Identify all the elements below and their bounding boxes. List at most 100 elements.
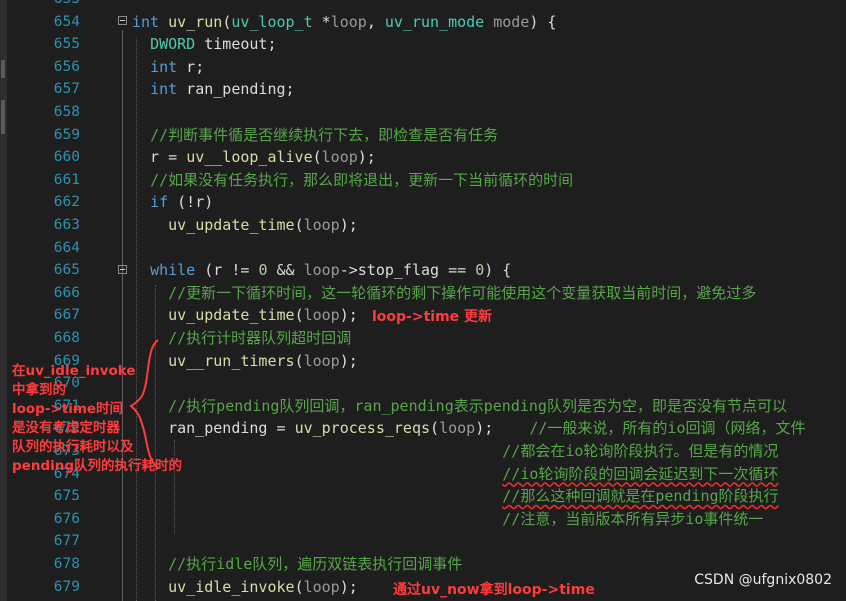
line-number: 667 — [53, 307, 80, 324]
code-token: //执行pending队列回调，ran_pending表示pending队列是否… — [168, 396, 787, 415]
code-text: //注意，当前版本所有异步io事件统一 — [132, 508, 763, 530]
code-line[interactable]: 660 r = uv__loop_alive(loop); — [0, 146, 846, 168]
code-token: ( — [430, 419, 440, 438]
line-number: 668 — [53, 330, 80, 346]
line-number: 658 — [53, 104, 80, 120]
code-token: ); — [339, 577, 358, 596]
code-text: r = uv__loop_alive(loop); — [132, 146, 376, 168]
annotation-note-line: pending队列的执行耗时的 — [12, 458, 182, 474]
code-token: ( — [312, 148, 322, 167]
code-token: loop — [330, 12, 367, 31]
code-token: ); — [357, 148, 376, 167]
code-line[interactable]: 664 — [0, 237, 846, 259]
code-token: loop — [303, 577, 340, 596]
annotation-note-line: 队列的执行耗时以及 — [12, 439, 134, 455]
code-token: //那么这种回调就是在pending阶段执行 — [502, 487, 779, 506]
code-line[interactable]: 654 int uv_run(uv_loop_t *loop, uv_run_mo… — [0, 11, 846, 33]
code-editor[interactable]: 653654int uv_run(uv_loop_t *loop, uv_run… — [0, 0, 846, 601]
code-line[interactable]: 657 int ran_pending; — [0, 78, 846, 100]
code-token: ->stop_flag == — [339, 261, 476, 280]
code-line[interactable]: 662 if (!r) — [0, 191, 846, 213]
code-token: if — [150, 193, 169, 212]
code-text: int r; — [132, 56, 204, 78]
code-text: //执行idle队列，遍历双链表执行回调事件 — [132, 553, 462, 575]
code-line[interactable]: 659 //判断事件循是否继续执行下去，即检查是否有任务 — [0, 124, 846, 146]
line-number: 677 — [53, 533, 80, 550]
code-text: //更新一下循环时间，这一轮循环的剩下操作可能使用这个变量获取当前时间，避免过多 — [132, 282, 756, 304]
code-line[interactable]: 676 //注意，当前版本所有异步io事件统一 — [0, 508, 846, 530]
line-number: 657 — [53, 81, 80, 98]
code-token: //一般来说，所有的io回调（网络，文件 — [529, 419, 806, 438]
code-line[interactable]: 656 int r; — [0, 56, 846, 78]
code-token: timeout; — [195, 35, 277, 54]
code-token: r; — [177, 57, 205, 76]
line-number: 664 — [53, 239, 80, 256]
code-line[interactable]: 677 — [0, 530, 846, 552]
code-token: uv_run_mode — [384, 12, 485, 31]
code-token: ran_pending; — [177, 80, 295, 99]
code-text: //都会在io轮询阶段执行。但是有的情况 — [132, 440, 778, 462]
code-text: //执行pending队列回调，ran_pending表示pending队列是否… — [132, 395, 787, 417]
line-number: 663 — [53, 217, 80, 233]
code-text: uv_idle_invoke(loop); — [132, 576, 358, 598]
code-token: r = — [132, 148, 187, 167]
line-number: 654 — [53, 13, 80, 30]
code-token: uv_process_reqs — [294, 419, 431, 438]
code-token: && — [267, 261, 304, 280]
line-number: 662 — [53, 194, 80, 211]
code-token: loop — [303, 306, 340, 325]
code-token: uv_run — [168, 12, 223, 31]
code-line[interactable]: 658 — [0, 101, 846, 123]
code-line[interactable]: 666 //更新一下循环时间，这一轮循环的剩下操作可能使用这个变量获取当前时间，… — [0, 282, 846, 304]
code-token: //注意，当前版本所有异步io事件统一 — [502, 509, 764, 528]
code-line[interactable]: 653 — [0, 0, 846, 10]
code-token: loop — [321, 148, 358, 167]
line-number: 661 — [53, 171, 80, 188]
code-token: //执行计时器队列超时回调 — [168, 329, 352, 347]
annotation-time-update: loop->time 更新 — [372, 309, 493, 325]
code-token: , — [366, 12, 385, 31]
csdn-watermark: CSDN @ufgnix0802 — [694, 572, 832, 588]
code-line[interactable]: 661 //如果没有任务执行，那么即将退出，更新一下当前循环的时间 — [0, 169, 846, 191]
code-token: uv__run_timers — [168, 351, 295, 370]
code-line[interactable]: 665 while (r != 0 && loop->stop_flag == … — [0, 259, 846, 281]
annotation-note-line: 是没有考虑定时器 — [12, 420, 120, 436]
line-number: 675 — [53, 488, 80, 505]
code-token: loop — [303, 216, 340, 234]
code-token: 0 — [475, 261, 485, 280]
code-token: loop — [303, 351, 340, 370]
code-token: //执行idle队列，遍历双链表执行回调事件 — [168, 555, 463, 573]
annotation-note-line: 中拿到的 — [12, 382, 66, 398]
line-number: 679 — [53, 578, 80, 595]
code-token: DWORD — [150, 35, 196, 54]
code-line[interactable]: 675 //那么这种回调就是在pending阶段执行 — [0, 485, 846, 507]
code-line[interactable]: 663 uv_update_time(loop); — [0, 214, 846, 236]
line-number: 665 — [53, 262, 80, 279]
line-number: 655 — [53, 36, 80, 53]
annotation-idle-now: 通过uv_now拿到loop->time — [393, 582, 595, 598]
code-token: //更新一下循环时间，这一轮循环的剩下操作可能使用这个变量获取当前时间，避免过多 — [168, 283, 757, 302]
code-token: ) { — [529, 12, 557, 31]
code-text: while (r != 0 && loop->stop_flag == 0) { — [132, 259, 511, 281]
code-text: ran_pending = uv_process_reqs(loop); //一… — [132, 417, 806, 439]
code-text: //判断事件循是否继续执行下去，即检查是否有任务 — [132, 124, 498, 146]
code-text: //io轮询阶段的回调会延迟到下一次循环 — [132, 463, 778, 485]
code-text: uv_update_time(loop); — [132, 214, 358, 236]
code-token: ( — [294, 577, 304, 596]
code-line[interactable]: 655 DWORD timeout; — [0, 33, 846, 55]
code-text: if (!r) — [132, 191, 213, 213]
line-number: 660 — [53, 149, 80, 166]
code-line[interactable]: 668 //执行计时器队列超时回调 — [0, 327, 846, 349]
